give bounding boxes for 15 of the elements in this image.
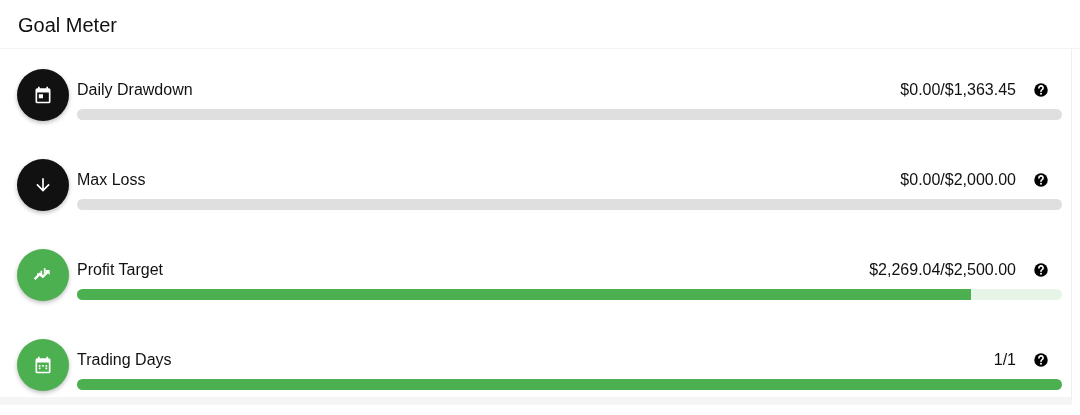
help-icon[interactable]: [1032, 80, 1050, 99]
help-icon[interactable]: [1032, 170, 1050, 189]
meter-label: Trading Days: [77, 350, 173, 369]
meter-label: Max Loss: [77, 170, 147, 189]
calendar-icon: [33, 85, 53, 105]
meter-reading: $0.00/$1,363.45: [900, 80, 1016, 99]
meter-label: Daily Drawdown: [77, 80, 194, 99]
meter-reading: $0.00/$2,000.00: [900, 170, 1016, 189]
meter-reading: $2,269.04/$2,500.00: [869, 260, 1016, 279]
help-icon[interactable]: [1032, 350, 1050, 369]
panel-title: Goal Meter: [0, 0, 1080, 49]
calendar-icon: [33, 355, 53, 375]
meter-label: Profit Target: [77, 260, 164, 279]
help-icon[interactable]: [1032, 260, 1050, 279]
meter-reading: 1/1: [993, 350, 1016, 369]
